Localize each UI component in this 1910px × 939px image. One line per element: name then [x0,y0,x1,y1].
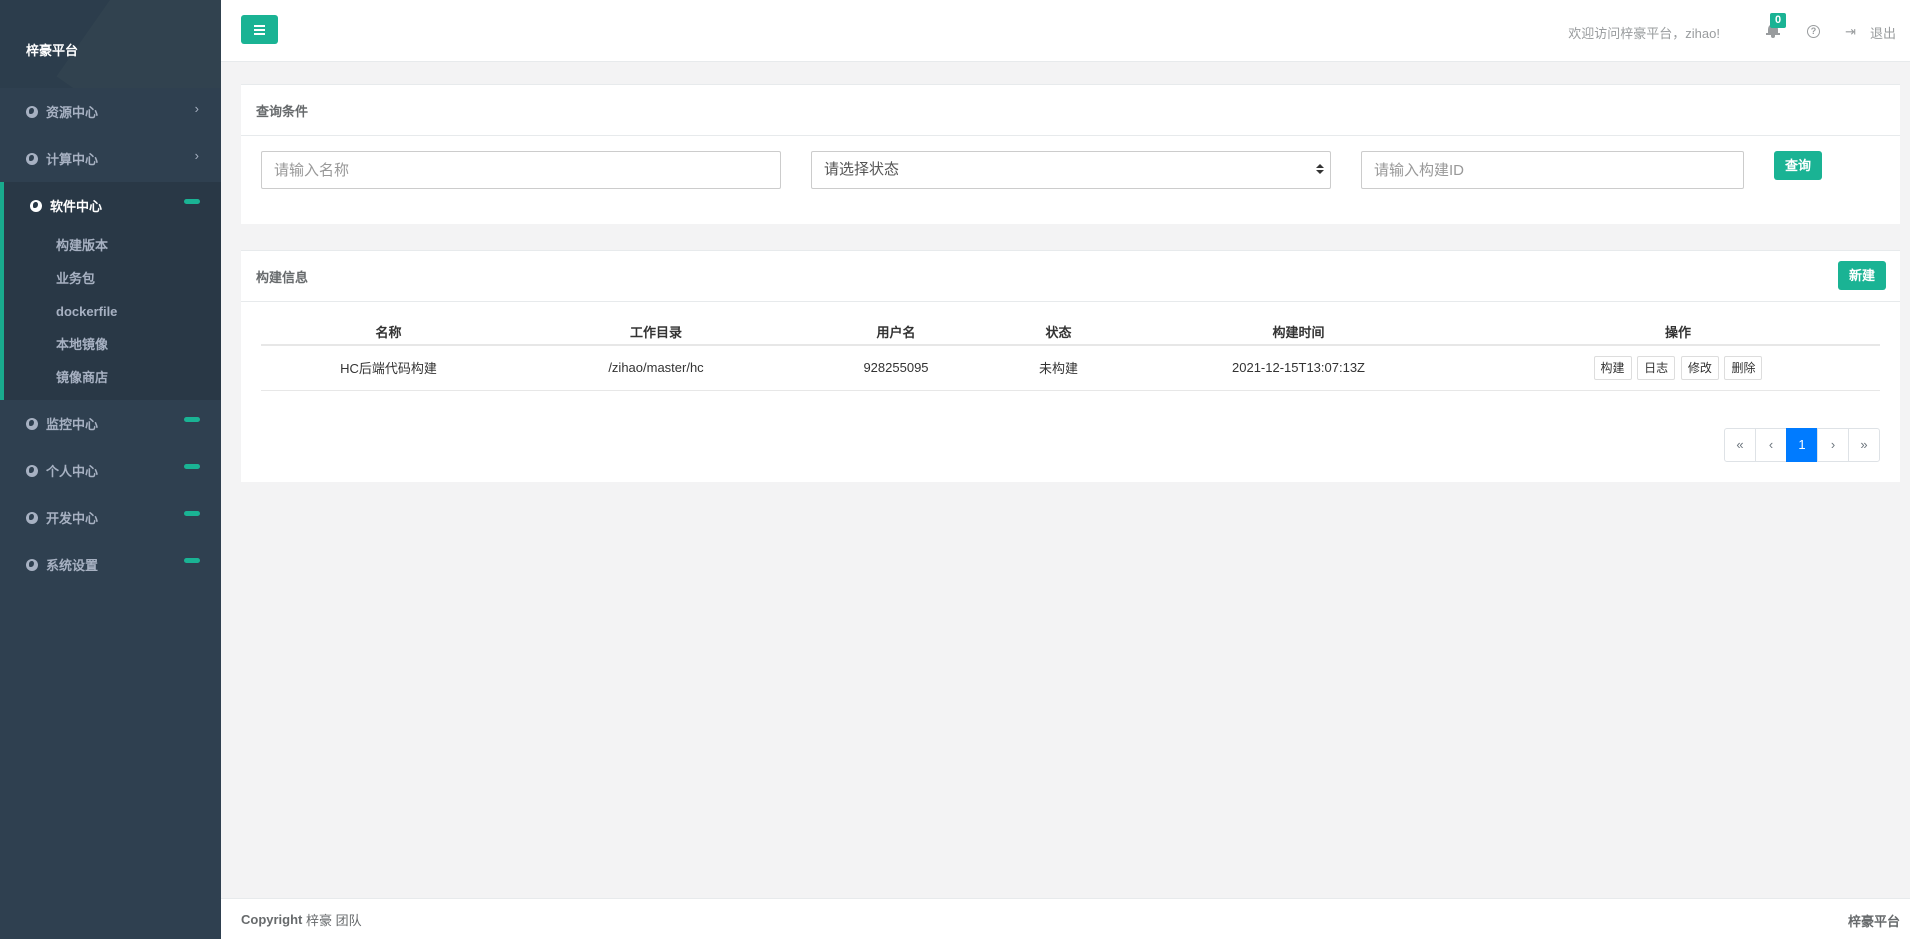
cell-status: 未构建 [996,345,1121,391]
status-select-value: 请选择状态 [824,161,900,178]
globe-icon [30,199,42,212]
sidebar-subitem-build-versions[interactable]: 构建版本 [4,229,221,262]
notification-count-badge: 0 [1770,13,1786,28]
sidebar-item-label: 个人中心 [46,464,99,479]
query-panel-title: 查询条件 [241,85,1900,136]
sidebar-item-resource-center[interactable]: 资源中心 › [0,88,221,135]
collapse-indicator-icon [184,199,200,204]
footer: Copyright 梓豪 团队 梓豪平台 [221,898,1910,939]
panel-title-text: 构建信息 [256,269,309,285]
sidebar-item-label: 资源中心 [46,105,99,120]
column-header-status[interactable]: 状态 [996,318,1121,346]
build-table: 名称 工作目录 用户名 状态 构建时间 操作 HC后端代码构建 /zihao/m… [261,318,1880,391]
globe-icon [26,511,38,524]
cell-actions: 构建 日志 修改 删除 [1476,345,1880,391]
footer-copyright-label: Copyright [241,911,303,927]
sign-out-icon[interactable]: ⇥ [1845,24,1856,40]
footer-brand: 梓豪平台 [1847,914,1900,929]
edit-button[interactable]: 修改 [1680,355,1719,380]
column-header-build-time[interactable]: 构建时间 [1121,318,1476,346]
hamburger-icon-line [254,28,265,31]
query-panel: 查询条件 请选择状态 查询 [241,84,1900,224]
pager-first-button[interactable]: « [1724,428,1756,462]
sidebar-item-label: 监控中心 [46,417,99,432]
sidebar-item-compute-center[interactable]: 计算中心 › [0,135,221,182]
column-header-actions: 操作 [1476,318,1880,346]
chevron-right-icon: › [194,148,199,163]
sidebar-submenu: 构建版本 业务包 dockerfile 本地镜像 镜像商店 [4,229,221,400]
sidebar-item-personal-center[interactable]: 个人中心 [0,447,221,494]
top-navbar: 欢迎访问梓豪平台，zihao! 0 ? ⇥ 退出 [221,0,1910,62]
sidebar-subitem-image-store[interactable]: 镜像商店 [4,361,221,394]
welcome-message: 欢迎访问梓豪平台，zihao! [1568,26,1720,41]
table-header-row: 名称 工作目录 用户名 状态 构建时间 操作 [261,318,1880,346]
name-input[interactable] [261,151,781,189]
log-button[interactable]: 日志 [1637,355,1676,380]
build-button[interactable]: 构建 [1593,355,1632,380]
delete-button[interactable]: 删除 [1724,355,1763,380]
globe-icon [26,105,38,118]
sidebar-item-label: 软件中心 [50,199,103,214]
pager-next-button[interactable]: › [1817,428,1849,462]
menu-toggle-button[interactable] [241,15,278,44]
sidebar-item-dev-center[interactable]: 开发中心 [0,494,221,541]
collapse-indicator-icon [184,464,200,469]
query-form: 请选择状态 查询 [241,136,1900,224]
sidebar-item-system-settings[interactable]: 系统设置 [0,541,221,588]
collapse-indicator-icon [184,558,200,563]
pager-prev-button[interactable]: ‹ [1755,428,1787,462]
footer-copyright-team: 梓豪 团队 [302,912,362,928]
cell-username: 928255095 [796,345,996,391]
column-header-name[interactable]: 名称 [261,318,516,346]
pagination: « ‹ 1 › » [1724,428,1880,462]
globe-icon [26,152,38,165]
sidebar-group-software-center: 软件中心 构建版本 业务包 dockerfile 本地镜像 镜像商店 [0,182,221,400]
build-info-panel-title: 构建信息 新建 [241,251,1900,302]
logout-link[interactable]: 退出 [1870,23,1896,42]
help-icon[interactable]: ? [1807,25,1820,38]
sidebar-subitem-local-images[interactable]: 本地镜像 [4,328,221,361]
globe-icon [26,464,38,477]
new-build-button[interactable]: 新建 [1838,261,1886,290]
hamburger-icon-line [254,32,265,35]
pager-page-button[interactable]: 1 [1786,428,1818,462]
cell-build-time: 2021-12-15T13:07:13Z [1121,345,1476,391]
sidebar-subitem-dockerfile[interactable]: dockerfile [4,295,221,328]
pager-last-button[interactable]: » [1848,428,1880,462]
sidebar: 梓豪平台 资源中心 › 计算中心 › 软件中心 构建版本 业务包 dockerf… [0,0,221,939]
cell-name: HC后端代码构建 [261,345,516,391]
globe-icon [26,417,38,430]
collapse-indicator-icon [184,511,200,516]
sidebar-item-label: 系统设置 [46,558,99,573]
collapse-indicator-icon [184,417,200,422]
table-row: HC后端代码构建 /zihao/master/hc 928255095 未构建 … [261,345,1880,391]
cell-workdir: /zihao/master/hc [516,345,796,391]
sidebar-item-label: 计算中心 [46,152,99,167]
status-select[interactable]: 请选择状态 [811,151,1331,189]
globe-icon [26,558,38,571]
sidebar-subitem-business-packages[interactable]: 业务包 [4,262,221,295]
search-button[interactable]: 查询 [1774,151,1822,180]
sidebar-header: 梓豪平台 [0,0,221,88]
brand-name: 梓豪平台 [26,43,79,58]
chevron-right-icon: › [194,101,199,116]
column-header-username[interactable]: 用户名 [796,318,996,346]
sidebar-item-software-center[interactable]: 软件中心 [4,182,221,229]
build-id-input[interactable] [1361,151,1744,189]
sidebar-item-monitor-center[interactable]: 监控中心 [0,400,221,447]
column-header-workdir[interactable]: 工作目录 [516,318,796,346]
hamburger-icon-line [254,24,265,27]
build-info-panel: 构建信息 新建 名称 工作目录 用户名 状态 构建时间 操作 HC后端代码构建 … [241,250,1900,482]
sidebar-item-label: 开发中心 [46,511,99,526]
